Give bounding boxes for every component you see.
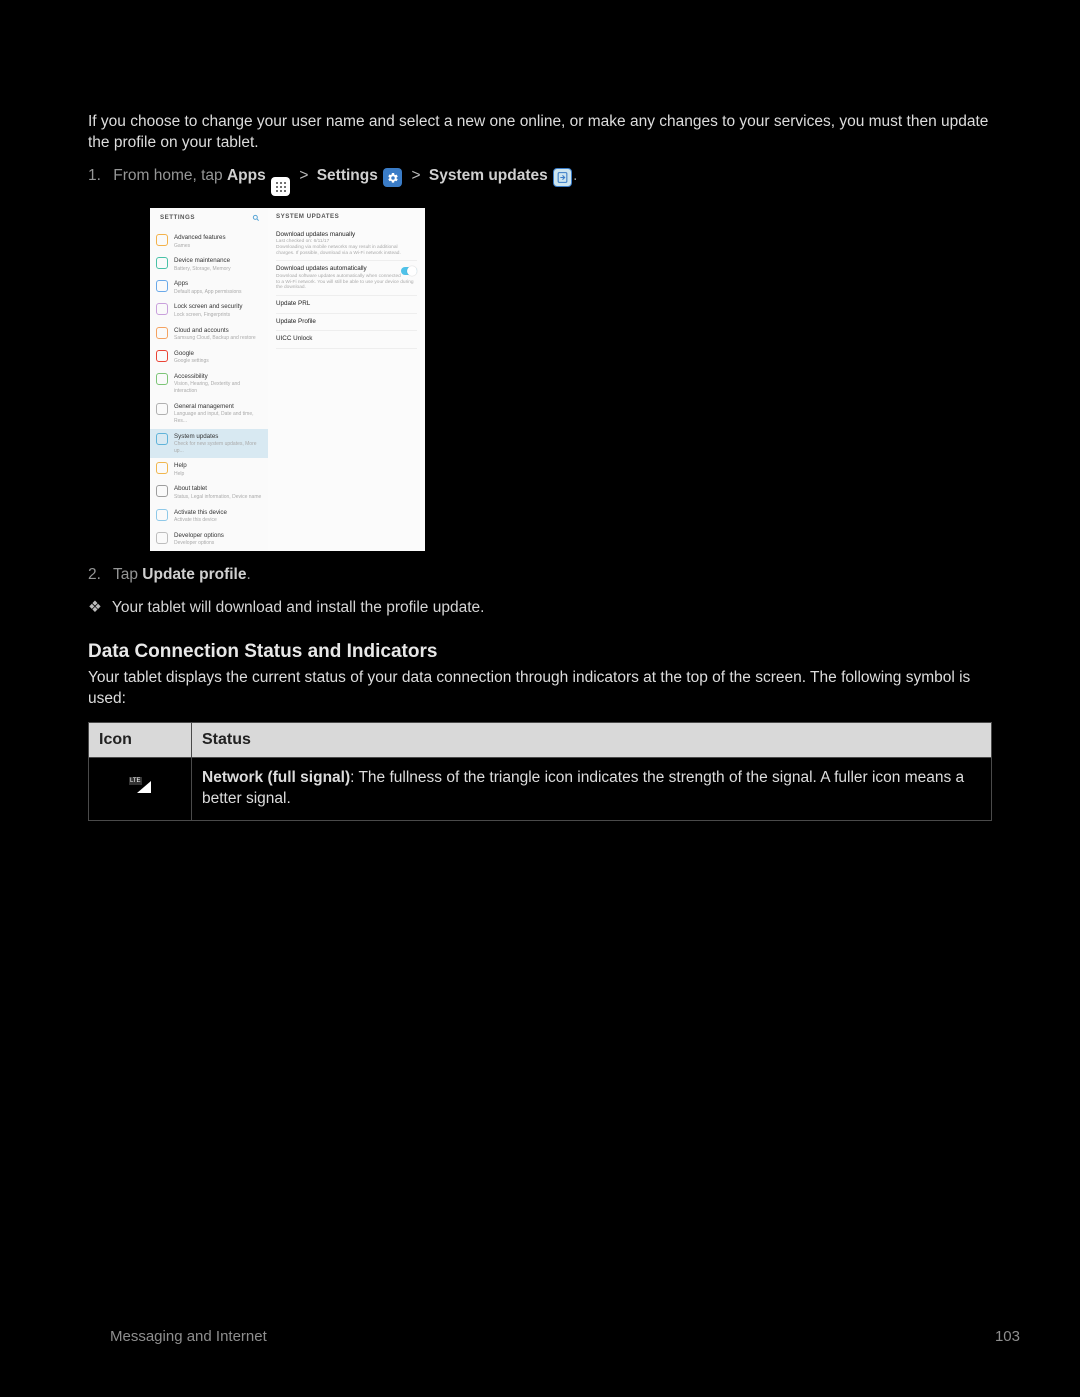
step-1: 1. From home, tap Apps > Settings > Syst… bbox=[88, 166, 992, 197]
table-header-status: Status bbox=[192, 723, 992, 758]
step-1-period: . bbox=[573, 167, 577, 184]
bullet-icon: ❖ bbox=[88, 599, 102, 616]
step-number: 2. bbox=[88, 566, 101, 583]
detail-row: Update PRL bbox=[276, 296, 417, 314]
status-cell: Network (full signal): The fullness of t… bbox=[192, 757, 992, 820]
apps-label: Apps bbox=[227, 167, 266, 184]
search-icon bbox=[252, 214, 260, 226]
sidebar-item: Cloud and accountsSamsung Cloud, Backup … bbox=[150, 323, 268, 346]
gear-icon bbox=[383, 168, 402, 187]
detail-row: Download updates automaticallyDownload s… bbox=[276, 261, 417, 296]
section-heading: Data Connection Status and Indicators bbox=[88, 639, 992, 665]
status-cell-bold: Network (full signal) bbox=[202, 769, 350, 786]
document-page: If you choose to change your user name a… bbox=[0, 0, 1080, 1397]
signal-icon: LTE bbox=[129, 777, 151, 793]
detail-row: Download updates manuallyLast checked on… bbox=[276, 227, 417, 262]
step-2: 2. Tap Update profile. bbox=[88, 565, 992, 586]
sidebar-item: Device maintenanceBattery, Storage, Memo… bbox=[150, 253, 268, 276]
status-table: Icon Status LTE Network (full signal): T… bbox=[88, 722, 992, 820]
table-row: LTE Network (full signal): The fullness … bbox=[89, 757, 992, 820]
sidebar-item: About tabletStatus, Legal information, D… bbox=[150, 481, 268, 504]
detail-row: Update Profile bbox=[276, 314, 417, 332]
sidebar-item: Advanced featuresGames bbox=[150, 230, 268, 253]
settings-detail-pane: SYSTEM UPDATES Download updates manually… bbox=[268, 208, 425, 550]
table-header-icon: Icon bbox=[89, 723, 192, 758]
sidebar-item: Lock screen and securityLock screen, Fin… bbox=[150, 299, 268, 322]
system-updates-icon bbox=[553, 168, 572, 187]
settings-sidebar-title: SETTINGS bbox=[160, 214, 195, 226]
page-number: 103 bbox=[995, 1327, 1020, 1347]
sidebar-item: AccessibilityVision, Hearing, Dexterity … bbox=[150, 369, 268, 399]
sidebar-item: System updatesCheck for new system updat… bbox=[150, 429, 268, 459]
page-footer: Messaging and Internet 103 bbox=[110, 1327, 1020, 1347]
apps-icon bbox=[271, 177, 290, 196]
update-profile-bold: Update profile bbox=[142, 566, 246, 583]
step-2-pre: Tap bbox=[113, 566, 142, 583]
step-number: 1. bbox=[88, 167, 101, 184]
settings-label: Settings bbox=[317, 167, 378, 184]
sidebar-item: Developer optionsDeveloper options bbox=[150, 528, 268, 551]
sidebar-item: HelpHelp bbox=[150, 458, 268, 481]
system-updates-label: System updates bbox=[429, 167, 548, 184]
result-text: Your tablet will download and install th… bbox=[112, 599, 485, 616]
intro-paragraph: If you choose to change your user name a… bbox=[88, 112, 992, 154]
sidebar-item: GoogleGoogle settings bbox=[150, 346, 268, 369]
step-2-result: ❖ Your tablet will download and install t… bbox=[88, 598, 992, 619]
detail-row: UICC Unlock bbox=[276, 331, 417, 349]
step-1-pre: From home, tap bbox=[113, 167, 227, 184]
breadcrumb-sep: > bbox=[412, 167, 421, 184]
breadcrumb-sep: > bbox=[299, 167, 308, 184]
footer-section-title: Messaging and Internet bbox=[110, 1327, 267, 1347]
sidebar-item: Activate this deviceActivate this device bbox=[150, 505, 268, 528]
sidebar-item: General managementLanguage and input, Da… bbox=[150, 399, 268, 429]
step-2-post: . bbox=[246, 566, 250, 583]
settings-screenshot: SETTINGS Advanced featuresGamesDevice ma… bbox=[150, 208, 425, 550]
detail-pane-title: SYSTEM UPDATES bbox=[276, 213, 417, 221]
settings-sidebar: SETTINGS Advanced featuresGamesDevice ma… bbox=[150, 208, 268, 550]
sidebar-item: AppsDefault apps, App permissions bbox=[150, 276, 268, 299]
status-description: Your tablet displays the current status … bbox=[88, 668, 992, 710]
